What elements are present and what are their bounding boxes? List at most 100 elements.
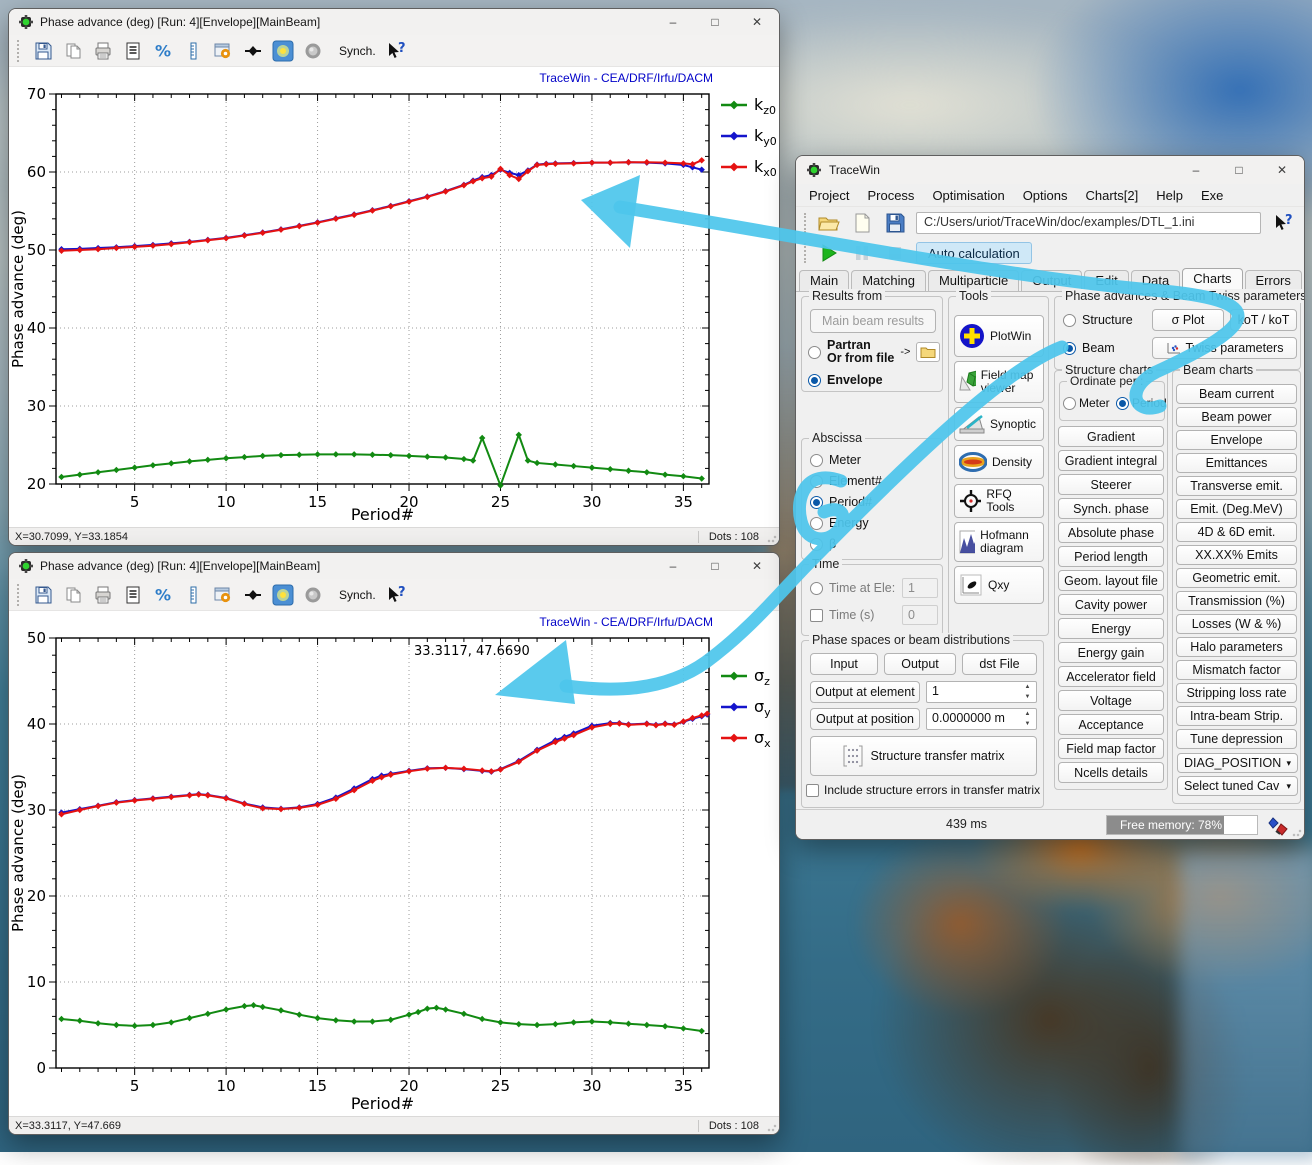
envelope-radio[interactable]: Envelope — [808, 373, 883, 387]
minimize-button[interactable]: – — [655, 10, 691, 34]
maximize-button[interactable]: □ — [697, 554, 733, 578]
structure-chart-button-field-map-factor[interactable]: Field map factor — [1058, 738, 1164, 759]
save-icon[interactable] — [31, 583, 55, 607]
structure-chart-button-energy[interactable]: Energy — [1058, 618, 1164, 639]
toolbar-drag-handle[interactable] — [17, 584, 22, 606]
options-gear-icon[interactable] — [211, 583, 235, 607]
radio-icon[interactable] — [810, 538, 823, 551]
twiss-parameters-button[interactable]: Twiss parameters — [1152, 337, 1297, 359]
new-file-icon[interactable] — [850, 211, 874, 235]
spinner-icon[interactable]: ▲▼ — [1021, 711, 1034, 727]
structure-chart-button-period-length[interactable]: Period length — [1058, 546, 1164, 567]
resize-grip[interactable] — [767, 1122, 777, 1132]
structure-chart-button-accelerator-field[interactable]: Accelerator field — [1058, 666, 1164, 687]
abscissa-beta-radio[interactable]: β — [810, 537, 836, 551]
close-button[interactable]: ✕ — [739, 554, 775, 578]
synoptic-button[interactable]: Synoptic — [954, 407, 1044, 441]
toolbar-drag-handle[interactable] — [17, 40, 22, 62]
beam-chart-button-geometric-emit[interactable]: Geometric emit. — [1176, 568, 1297, 588]
beam-chart-button-mismatch-factor[interactable]: Mismatch factor — [1176, 660, 1297, 680]
abscissa-period-radio[interactable]: Period# — [810, 495, 872, 509]
structure-chart-button-cavity-power[interactable]: Cavity power — [1058, 594, 1164, 615]
checkbox-icon[interactable] — [806, 784, 819, 797]
menu-options[interactable]: Options — [1014, 187, 1077, 204]
beam-chart-button-4d-6d-emit[interactable]: 4D & 6D emit. — [1176, 522, 1297, 542]
beam-chart-button-beam-power[interactable]: Beam power — [1176, 407, 1297, 427]
beam-chart-button-emittances[interactable]: Emittances — [1176, 453, 1297, 473]
tab-matching[interactable]: Matching — [851, 270, 926, 291]
run-icon[interactable] — [817, 241, 841, 265]
structure-chart-button-geom-layout-file[interactable]: Geom. layout file — [1058, 570, 1164, 591]
radio-icon[interactable] — [808, 346, 821, 359]
help-cursor-icon[interactable]: ? — [382, 583, 406, 607]
output-button[interactable]: Output — [884, 653, 956, 675]
beam-chart-button-beam-current[interactable]: Beam current — [1176, 384, 1297, 404]
time-at-ele-field[interactable]: 1 — [902, 578, 938, 598]
stop-icon[interactable] — [883, 241, 907, 265]
resize-grip[interactable] — [767, 533, 777, 543]
percent-icon[interactable]: % — [151, 583, 175, 607]
main-beam-results-button[interactable]: Main beam results — [810, 309, 936, 333]
sphere-icon[interactable] — [301, 583, 325, 607]
beam-radio[interactable]: Beam — [1063, 341, 1115, 355]
ordinate-meter-radio[interactable]: Meter — [1063, 396, 1110, 410]
auto-calculation-button[interactable]: Auto calculation — [916, 242, 1032, 264]
marker-line-icon[interactable] — [241, 583, 265, 607]
abscissa-meter-radio[interactable]: Meter — [810, 453, 861, 467]
beam-chart-button-emit-deg-mev[interactable]: Emit. (Deg.MeV) — [1176, 499, 1297, 519]
diag-position-combo[interactable]: DIAG_POSITION▾ — [1177, 753, 1298, 773]
qxy-button[interactable]: Qxy — [954, 566, 1044, 604]
beam-chart-button-stripping-loss-rate[interactable]: Stripping loss rate — [1176, 683, 1297, 703]
pause-icon[interactable] — [850, 241, 874, 265]
percent-icon[interactable]: % — [151, 39, 175, 63]
rfq-tools-button[interactable]: RFQ Tools — [954, 484, 1044, 518]
input-button[interactable]: Input — [810, 653, 878, 675]
menu-charts-2[interactable]: Charts[2] — [1077, 187, 1148, 204]
abscissa-element-radio[interactable]: Element# — [810, 474, 882, 488]
save-icon[interactable] — [31, 39, 55, 63]
minimize-button[interactable]: – — [655, 554, 691, 578]
select-tuned-cav-combo[interactable]: Select tuned Cav▾ — [1177, 776, 1298, 796]
radio-icon[interactable] — [808, 374, 821, 387]
sigma-plot-button[interactable]: σ Plot — [1152, 309, 1224, 331]
ordinate-period-radio[interactable]: Period — [1116, 396, 1167, 410]
report-icon[interactable] — [121, 39, 145, 63]
beam-chart-button-transmission[interactable]: Transmission (%) — [1176, 591, 1297, 611]
menu-project[interactable]: Project — [800, 187, 858, 204]
structure-chart-button-steerer[interactable]: Steerer — [1058, 474, 1164, 495]
abscissa-energy-radio[interactable]: Energy — [810, 516, 869, 530]
tab-output[interactable]: Output — [1021, 270, 1082, 291]
radio-icon[interactable] — [1063, 397, 1076, 410]
help-cursor-icon[interactable]: ? — [1270, 211, 1294, 235]
output-at-position-field[interactable]: 0.0000000 m ▲▼ — [926, 708, 1037, 730]
close-button[interactable]: ✕ — [1264, 158, 1300, 182]
checkbox-icon[interactable] — [810, 609, 823, 622]
tab-edit[interactable]: Edit — [1084, 270, 1128, 291]
structure-chart-button-gradient-integral[interactable]: Gradient integral — [1058, 450, 1164, 471]
minimize-button[interactable]: – — [1178, 158, 1214, 182]
dot-plot-icon[interactable] — [271, 39, 295, 63]
open-file-icon[interactable] — [916, 342, 940, 362]
titlebar-top[interactable]: Phase advance (deg) [Run: 4][Envelope][M… — [9, 9, 779, 35]
field-map-viewer-button[interactable]: Field map viewer — [954, 361, 1044, 403]
beam-chart-button-intra-beam-strip[interactable]: Intra-beam Strip. — [1176, 706, 1297, 726]
close-button[interactable]: ✕ — [739, 10, 775, 34]
structure-chart-button-synch-phase[interactable]: Synch. phase — [1058, 498, 1164, 519]
structure-transfer-matrix-button[interactable]: Structure transfer matrix — [810, 736, 1037, 776]
radio-icon[interactable] — [1063, 342, 1076, 355]
open-folder-icon[interactable] — [817, 211, 841, 235]
structure-chart-button-acceptance[interactable]: Acceptance — [1058, 714, 1164, 735]
copy-icon[interactable] — [61, 583, 85, 607]
hofmann-diagram-button[interactable]: Hofmann diagram — [954, 522, 1044, 562]
marker-line-icon[interactable] — [241, 39, 265, 63]
maximize-button[interactable]: □ — [1221, 158, 1257, 182]
ruler-icon[interactable] — [181, 583, 205, 607]
beam-chart-button-tune-depression[interactable]: Tune depression — [1176, 729, 1297, 749]
time-s-field[interactable]: 0 — [902, 605, 938, 625]
exe-status-icon[interactable] — [1266, 814, 1290, 838]
menu-process[interactable]: Process — [858, 187, 923, 204]
radio-icon[interactable] — [810, 496, 823, 509]
options-gear-icon[interactable] — [211, 39, 235, 63]
structure-radio[interactable]: Structure — [1063, 313, 1133, 327]
radio-icon[interactable] — [810, 475, 823, 488]
